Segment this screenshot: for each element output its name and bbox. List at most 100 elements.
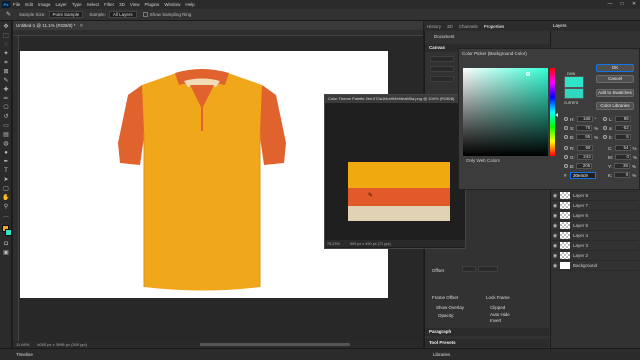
h-field[interactable]: 168 <box>576 116 593 122</box>
healing-brush-tool-icon[interactable]: ✚ <box>2 87 10 94</box>
menu-file[interactable]: File <box>13 2 20 7</box>
menu-filter[interactable]: Filter <box>104 2 114 7</box>
eyedropper-icon[interactable]: ✎ <box>6 11 11 18</box>
canvas-width-field[interactable] <box>430 56 454 62</box>
photoshop-logo-icon[interactable]: Ps <box>2 1 10 8</box>
menu-type[interactable]: Type <box>72 2 82 7</box>
eyedropper-tool-icon[interactable]: ✎ <box>2 78 10 85</box>
horizontal-scrollbar[interactable] <box>200 343 350 346</box>
background-color-swatch[interactable] <box>5 229 12 236</box>
visibility-eye-icon[interactable]: ◉ <box>552 263 558 269</box>
s-radio[interactable] <box>564 126 568 130</box>
s-field[interactable]: 76 <box>576 125 593 131</box>
color-theme-window-title[interactable]: Color Theme Palette 2tni.fi70a1f4m9f4ebf… <box>325 95 465 103</box>
saturation-brightness-field[interactable] <box>463 68 548 156</box>
brush-tool-icon[interactable]: ✏ <box>2 96 10 103</box>
l-radio[interactable] <box>603 117 607 121</box>
color-selector-ring[interactable] <box>526 72 530 76</box>
gradient-tool-icon[interactable]: ▤ <box>2 132 10 139</box>
layer-row[interactable]: ◉ Layer 6 <box>552 211 638 221</box>
auto-hide-label[interactable]: Auto Hide <box>490 312 510 317</box>
add-to-swatches-button[interactable]: Add to Swatches <box>596 89 634 97</box>
crop-tool-icon[interactable]: ⌗ <box>2 60 10 67</box>
menu-help[interactable]: Help <box>185 2 194 7</box>
hand-tool-icon[interactable]: ✋ <box>2 195 10 202</box>
menu-image[interactable]: Image <box>38 2 51 7</box>
clone-stamp-tool-icon[interactable]: ⎔ <box>2 105 10 112</box>
hue-slider[interactable] <box>550 68 555 156</box>
marquee-tool-icon[interactable]: ⬚ <box>2 33 10 40</box>
h-radio[interactable] <box>564 117 568 121</box>
current-color-swatch[interactable] <box>564 88 584 99</box>
menu-window[interactable]: Window <box>164 2 180 7</box>
history-brush-tool-icon[interactable]: ↺ <box>2 114 10 121</box>
b-field[interactable]: 95 <box>576 134 593 140</box>
lock-frame-label[interactable]: Lock Frame <box>486 295 510 300</box>
tab-history[interactable]: History <box>427 24 441 29</box>
b-radio[interactable] <box>564 135 568 139</box>
zoom-tool-icon[interactable]: ⚲ <box>2 204 10 211</box>
libraries-panel[interactable]: Libraries <box>430 348 640 360</box>
canvas-height-field[interactable] <box>430 66 454 72</box>
quick-select-tool-icon[interactable]: ✦ <box>2 51 10 58</box>
pen-tool-icon[interactable]: ✒ <box>2 159 10 166</box>
layer-row[interactable]: ◉ Layer 3 <box>552 241 638 251</box>
zoom-level[interactable]: 11.66% <box>16 342 29 347</box>
blue-radio[interactable] <box>564 164 568 168</box>
quick-mask-icon[interactable]: ◘ <box>2 241 10 248</box>
offset-y-field[interactable] <box>478 266 498 272</box>
ok-button[interactable]: OK <box>596 64 634 72</box>
tab-layers[interactable]: Layers <box>550 21 640 31</box>
color-libraries-button[interactable]: Color Libraries <box>596 102 634 110</box>
close-button[interactable]: ✕ <box>628 0 640 9</box>
lab-b-radio[interactable] <box>603 135 607 139</box>
clipped-label[interactable]: Clipped <box>490 305 505 310</box>
offset-x-field[interactable] <box>462 266 476 272</box>
g-field[interactable]: 243 <box>576 154 593 160</box>
y-field[interactable]: 35 <box>614 163 631 169</box>
menu-3d[interactable]: 3D <box>119 2 125 7</box>
r-radio[interactable] <box>564 146 568 150</box>
layer-row[interactable]: ◉ Layer 2 <box>552 251 638 261</box>
visibility-eye-icon[interactable]: ◉ <box>552 223 558 229</box>
menu-plugins[interactable]: Plugins <box>145 2 160 7</box>
move-tool-icon[interactable]: ✥ <box>2 24 10 31</box>
show-ring-checkbox[interactable] <box>142 12 148 17</box>
shape-tool-icon[interactable]: ▢ <box>2 186 10 193</box>
g-radio[interactable] <box>564 155 568 159</box>
close-tab-icon[interactable]: ✕ <box>80 23 84 29</box>
tab-channels[interactable]: Channels <box>459 24 478 29</box>
layer-row[interactable]: ◉ Layer 7 <box>552 201 638 211</box>
layer-row[interactable]: ◉ Layer 8 <box>552 191 638 201</box>
lasso-tool-icon[interactable]: ◌ <box>2 42 10 49</box>
eraser-tool-icon[interactable]: ▭ <box>2 123 10 130</box>
visibility-eye-icon[interactable]: ◉ <box>552 243 558 249</box>
layer-row[interactable]: ◉ Layer 5 <box>552 221 638 231</box>
blur-tool-icon[interactable]: ◍ <box>2 141 10 148</box>
layer-row[interactable]: ◉ Background <box>552 261 638 271</box>
hex-field[interactable]: 30e4c9 <box>570 172 596 179</box>
blue-field[interactable]: 205 <box>576 163 593 169</box>
m-field[interactable]: 0 <box>615 154 631 160</box>
menu-select[interactable]: Select <box>87 2 100 7</box>
minimize-button[interactable]: — <box>604 0 616 9</box>
show-overlay-label[interactable]: Show Overlay <box>436 305 464 310</box>
sample-select[interactable]: All Layers <box>108 11 137 18</box>
visibility-eye-icon[interactable]: ◉ <box>552 203 558 209</box>
path-select-tool-icon[interactable]: ➤ <box>2 177 10 184</box>
tab-properties[interactable]: Properties <box>484 24 505 29</box>
menu-layer[interactable]: Layer <box>56 2 67 7</box>
menu-view[interactable]: View <box>130 2 140 7</box>
more-tools-icon[interactable]: … <box>2 213 10 220</box>
only-web-colors-checkbox[interactable]: Only Web Colors <box>466 158 500 163</box>
paragraph-panel-header[interactable]: Paragraph <box>425 328 549 336</box>
hue-slider-handle[interactable] <box>555 113 558 117</box>
timeline-panel[interactable]: Timeline <box>0 348 430 360</box>
type-tool-icon[interactable]: T <box>2 168 10 175</box>
sample-size-select[interactable]: Point Sample <box>48 11 84 18</box>
a-field[interactable]: -52 <box>614 125 631 131</box>
menu-edit[interactable]: Edit <box>25 2 33 7</box>
r-field[interactable]: 59 <box>576 145 593 151</box>
theme-zoom-level[interactable]: 75.23% <box>327 242 340 246</box>
canvas-resolution-field[interactable] <box>430 76 454 82</box>
